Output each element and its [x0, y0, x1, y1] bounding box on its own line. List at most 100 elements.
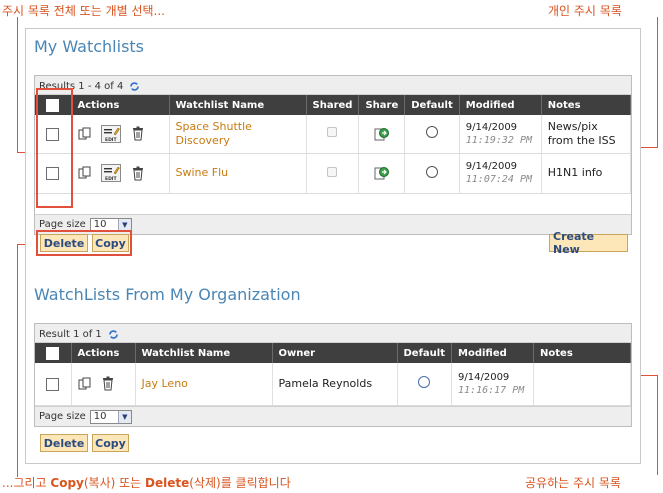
default-radio[interactable] — [426, 126, 438, 139]
column-header-default[interactable]: Default — [397, 343, 453, 363]
modified-date: 9/14/2009 — [458, 371, 510, 383]
trash-icon[interactable] — [131, 126, 145, 141]
shared-cell — [306, 153, 360, 194]
modified-time: 11:19:32 PM — [465, 134, 532, 146]
modified-cell: 9/14/2009 11:16:17 PM — [451, 363, 535, 406]
column-header-owner[interactable]: Owner — [272, 343, 398, 363]
callout-line — [17, 244, 18, 477]
copy-icon[interactable] — [78, 377, 92, 391]
trash-icon[interactable] — [101, 376, 115, 391]
callout-line — [657, 17, 658, 147]
default-cell — [397, 363, 453, 406]
callout-line — [640, 375, 658, 376]
annotation-delete-word: Delete — [145, 476, 190, 490]
annotation-shared-watchlist: 공유하는 주시 목록 — [525, 476, 621, 490]
page-size-value: 10 — [93, 411, 107, 422]
share-cell — [358, 153, 406, 194]
page-size-value: 10 — [93, 219, 107, 230]
page-size-select[interactable]: 10 ▼ — [89, 409, 132, 424]
row-select-cell — [35, 363, 72, 406]
watchlist-panel: My Watchlists Results 1 - 4 of 4 Actions… — [25, 28, 641, 464]
org-results-count: Result 1 of 1 — [39, 329, 102, 340]
notes-cell: H1N1 info — [541, 153, 632, 194]
column-header-name[interactable]: Watchlist Name — [135, 343, 273, 363]
share-icon[interactable] — [374, 165, 390, 181]
default-radio[interactable] — [418, 376, 431, 389]
watchlist-name-link[interactable]: Jay Leno — [142, 377, 188, 390]
chevron-down-icon: ▼ — [117, 410, 131, 423]
trash-icon[interactable] — [131, 166, 145, 181]
default-radio[interactable] — [426, 165, 438, 178]
actions-cell: EDIT — [71, 153, 170, 194]
annotation-copy-kr: (복사) 또는 — [83, 476, 146, 490]
notes-text: News/pix from the ISS — [547, 119, 616, 147]
watchlist-name-cell: Swine Flu — [169, 153, 307, 194]
annotation-copy-delete: ...그리고 Copy(복사) 또는 Delete(삭제)를 클릭합니다 — [2, 474, 291, 491]
notes-cell: News/pix from the ISS — [541, 115, 632, 154]
copy-icon[interactable] — [78, 127, 92, 141]
notes-text: H1N1 info — [547, 166, 603, 179]
owner-name: Pamela Reynolds — [278, 377, 373, 391]
org-results-bar: Result 1 of 1 — [35, 324, 631, 343]
select-all-checkbox[interactable] — [46, 346, 60, 360]
watchlist-name-cell: Space Shuttle Discovery — [169, 115, 307, 154]
share-cell — [358, 115, 406, 154]
column-header-notes[interactable]: Notes — [541, 95, 632, 115]
delete-button[interactable]: Delete — [40, 434, 88, 452]
org-pagesize-bar: Page size 10 ▼ — [35, 406, 631, 426]
edit-icon-label: EDIT — [105, 176, 117, 182]
table-row: Jay Leno Pamela Reynolds 9/14/2009 11:16:… — [35, 363, 631, 406]
watchlist-name-link[interactable]: Swine Flu — [176, 166, 229, 179]
column-header-notes[interactable]: Notes — [533, 343, 631, 363]
annotation-personal-watchlist: 개인 주시 목록 — [548, 4, 622, 18]
page-size-label: Page size — [39, 219, 86, 230]
callout-line — [657, 375, 658, 475]
column-header-modified[interactable]: Modified — [459, 95, 542, 115]
shared-cell — [306, 115, 360, 154]
page-size-label: Page size — [39, 411, 86, 422]
annotation-select-all: 주시 목록 전체 또는 개별 선택... — [2, 4, 165, 18]
table-row: EDIT Space Shuttle Discovery 9/14/2009 11… — [35, 115, 632, 154]
my-watchlists-title: My Watchlists — [34, 37, 145, 56]
org-watchlists-grid: Result 1 of 1 Actions Watchlist Name Own… — [34, 323, 632, 427]
copy-icon[interactable] — [78, 166, 92, 180]
annotation-suffix: (삭제)를 클릭합니다 — [189, 476, 291, 490]
actions-cell: EDIT — [71, 115, 170, 154]
edit-icon[interactable]: EDIT — [101, 124, 121, 143]
column-header-shared[interactable]: Shared — [306, 95, 360, 115]
my-results-bar: Results 1 - 4 of 4 — [35, 76, 631, 95]
actions-cell — [71, 363, 136, 406]
shared-checkbox — [327, 127, 338, 138]
column-header-modified[interactable]: Modified — [451, 343, 535, 363]
owner-cell: Pamela Reynolds — [272, 363, 398, 406]
watchlist-name-link[interactable]: Space Shuttle Discovery — [176, 120, 252, 147]
modified-time: 11:16:17 PM — [458, 384, 525, 396]
shared-checkbox — [327, 166, 338, 177]
buttons-highlight — [36, 230, 132, 256]
create-new-button[interactable]: Create New — [549, 230, 628, 256]
default-cell — [404, 153, 460, 194]
column-header-actions: Actions — [71, 343, 136, 363]
modified-date: 9/14/2009 — [465, 161, 518, 172]
callout-line — [17, 17, 18, 152]
refresh-icon[interactable] — [108, 329, 119, 340]
org-watchlists-title: WatchLists From My Organization — [34, 285, 301, 304]
modified-date: 9/14/2009 — [465, 121, 518, 133]
column-header-default[interactable]: Default — [404, 95, 460, 115]
modified-cell: 9/14/2009 11:07:24 PM — [459, 153, 542, 194]
share-icon[interactable] — [374, 126, 390, 142]
copy-button[interactable]: Copy — [92, 434, 129, 452]
column-header-name[interactable]: Watchlist Name — [169, 95, 307, 115]
edit-icon[interactable]: EDIT — [101, 164, 121, 182]
default-cell — [404, 115, 460, 154]
callout-line — [640, 147, 658, 148]
column-header-actions: Actions — [71, 95, 170, 115]
annotation-copy-word: Copy — [50, 476, 84, 490]
row-checkbox[interactable] — [46, 377, 60, 391]
watchlist-name-cell: Jay Leno — [135, 363, 273, 406]
table-row: EDIT Swine Flu 9/14/2009 11:07:24 PM H1N1… — [35, 153, 632, 194]
my-watchlists-table: Actions Watchlist Name Shared Share Defa… — [35, 95, 632, 194]
refresh-icon[interactable] — [129, 81, 140, 92]
notes-cell — [533, 363, 631, 406]
select-all-header — [35, 343, 72, 363]
